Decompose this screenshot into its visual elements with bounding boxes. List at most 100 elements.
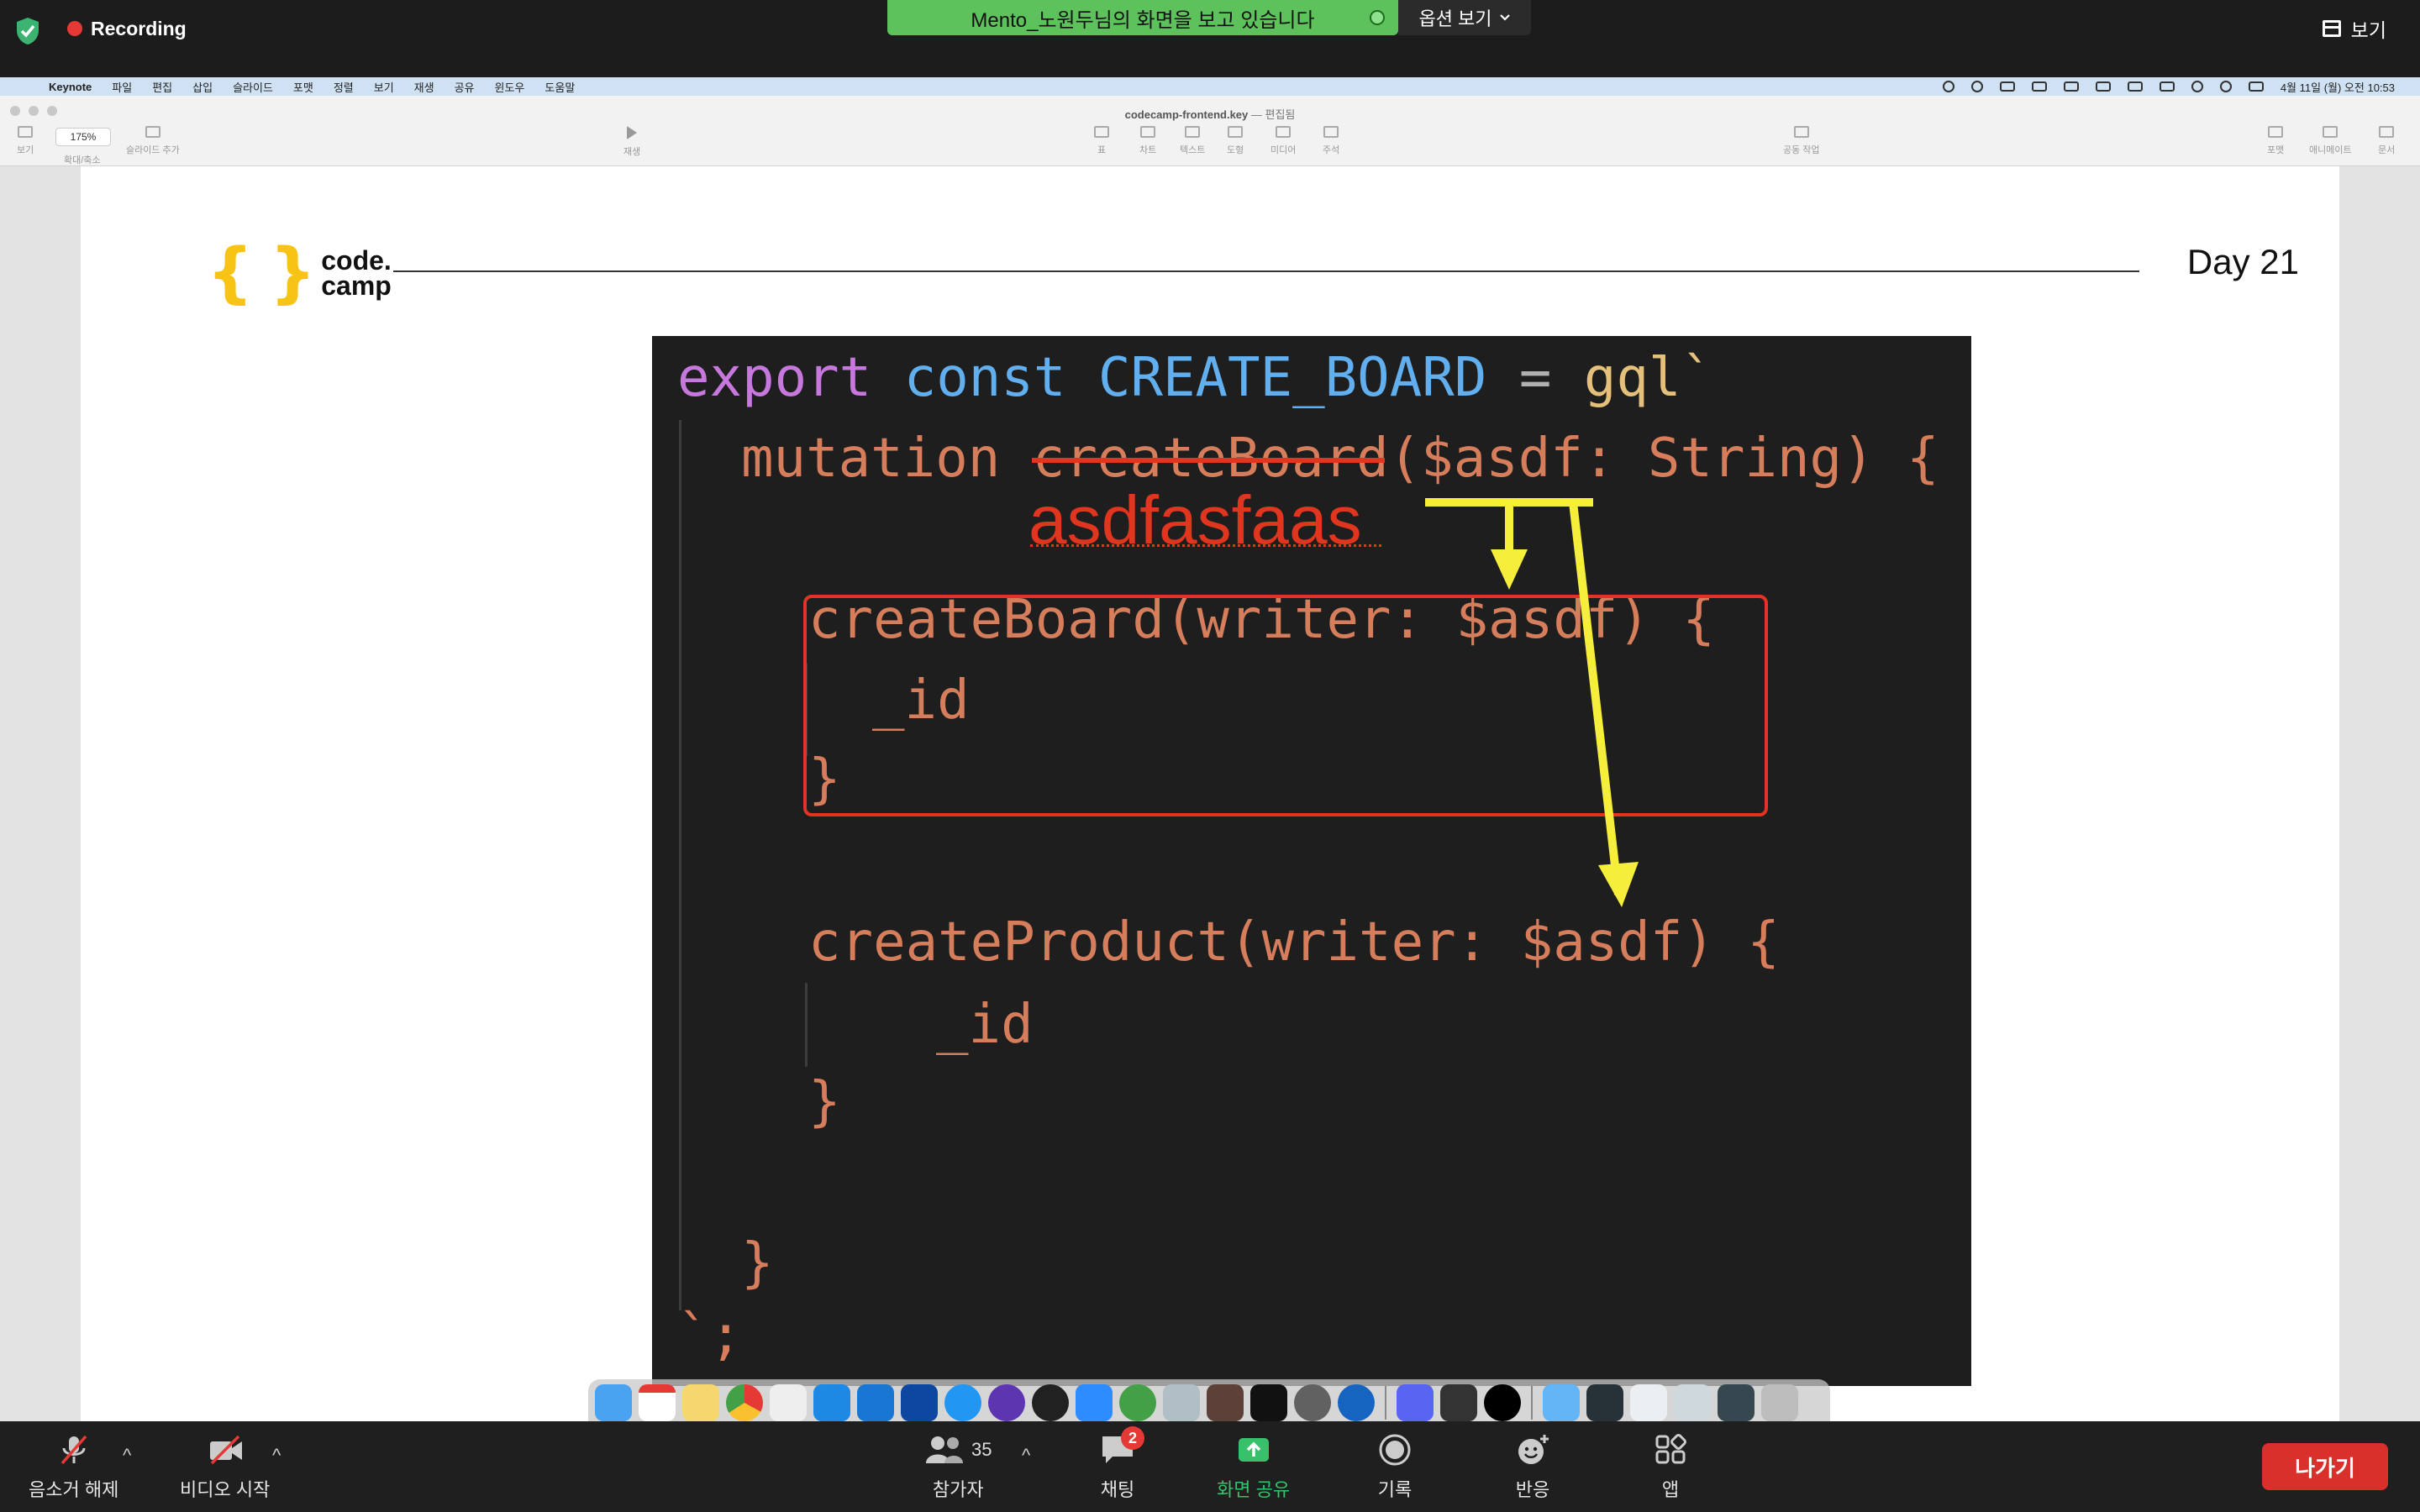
collaborate-label: 공동 작업 xyxy=(1783,145,1820,155)
logitech-icon[interactable] xyxy=(1484,1384,1521,1421)
menu-window[interactable]: 윈도우 xyxy=(495,79,525,95)
menu-edit[interactable]: 편집 xyxy=(152,79,172,95)
code-block: export const CREATE_BOARD = gql` mutatio… xyxy=(652,336,1971,1386)
chrome-icon[interactable] xyxy=(726,1384,763,1421)
add-slide-button[interactable]: 슬라이드 추가 xyxy=(126,126,180,156)
vscode-icon[interactable] xyxy=(813,1384,850,1421)
participants-button[interactable]: 35 참가자 xyxy=(924,1433,992,1502)
apps-button[interactable]: 앱 xyxy=(1652,1433,1689,1502)
mongodb-icon[interactable] xyxy=(1119,1384,1156,1421)
spotlight-search-icon[interactable] xyxy=(2219,81,2232,92)
system-preferences-icon[interactable] xyxy=(1294,1384,1331,1421)
control-center-icon[interactable] xyxy=(2248,81,2264,92)
window-thumbnail-icon[interactable] xyxy=(1674,1384,1711,1421)
sequel-icon[interactable] xyxy=(1207,1384,1244,1421)
terminal-icon[interactable] xyxy=(1250,1384,1287,1421)
arrow-head-down-icon xyxy=(1491,549,1528,590)
toolbar-view-button[interactable]: 보기 xyxy=(17,126,34,156)
menu-clock[interactable]: 4월 11일 (월) 오전 10:53 xyxy=(2281,79,2395,95)
reactions-button[interactable]: 반응 xyxy=(1514,1433,1551,1502)
calendar-icon[interactable] xyxy=(639,1384,676,1421)
play-label: 재생 xyxy=(623,147,641,157)
slack-icon[interactable] xyxy=(770,1384,807,1421)
docker-icon[interactable] xyxy=(944,1384,981,1421)
status-tray-icon[interactable] xyxy=(1942,81,1954,92)
cloud-tray-icon[interactable] xyxy=(2031,81,2047,92)
zoom-icon[interactable] xyxy=(1076,1384,1113,1421)
keynote-icon[interactable] xyxy=(857,1384,894,1421)
recording-indicator[interactable]: Recording xyxy=(67,15,187,42)
menu-share[interactable]: 공유 xyxy=(455,79,475,95)
window-thumbnail-icon[interactable] xyxy=(1630,1384,1667,1421)
format-brush-icon xyxy=(2268,126,2284,138)
audio-options-caret-icon[interactable]: ^ xyxy=(123,1445,131,1467)
chat-unread-badge: 2 xyxy=(1121,1426,1144,1450)
document-button[interactable]: 문서 xyxy=(2378,126,2395,156)
downloads-folder-icon[interactable] xyxy=(1543,1384,1580,1421)
apple-menu-icon[interactable] xyxy=(20,80,34,93)
view-button[interactable]: 보기 xyxy=(2322,13,2386,44)
menu-arrange[interactable]: 정렬 xyxy=(334,79,354,95)
menu-file[interactable]: 파일 xyxy=(112,79,132,95)
battery-icon[interactable] xyxy=(2159,81,2175,92)
insert-text-button[interactable]: 텍스트 xyxy=(1180,126,1205,156)
video-off-icon xyxy=(209,1435,242,1465)
chat-button[interactable]: 2 채팅 xyxy=(1099,1426,1144,1502)
participants-icon xyxy=(926,1436,963,1463)
discord-icon[interactable] xyxy=(1397,1384,1434,1421)
play-button[interactable]: 재생 xyxy=(623,126,640,158)
app-purple-icon[interactable] xyxy=(988,1384,1025,1421)
insert-shape-button[interactable]: 도형 xyxy=(1227,126,1244,156)
menu-play[interactable]: 재생 xyxy=(414,79,434,95)
view-options-button[interactable]: 옵션 보기 xyxy=(1398,0,1531,35)
window-tray-icon[interactable] xyxy=(1999,81,2015,92)
finder-icon[interactable] xyxy=(595,1384,632,1421)
menu-view[interactable]: 보기 xyxy=(374,79,394,95)
insert-comment-button[interactable]: 주석 xyxy=(1323,126,1339,156)
video-options-caret-icon[interactable]: ^ xyxy=(272,1445,281,1467)
grid-tray-icon[interactable] xyxy=(2095,81,2111,92)
format-label: 포맷 xyxy=(2267,145,2285,155)
record-button[interactable]: 기록 xyxy=(1376,1433,1413,1502)
menu-help[interactable]: 도움말 xyxy=(544,79,575,95)
participants-label: 참가자 xyxy=(932,1479,984,1500)
view-options-label: 옵션 보기 xyxy=(1418,8,1492,29)
record-dot-icon xyxy=(67,21,82,36)
preview-icon[interactable] xyxy=(1163,1384,1200,1421)
share-screen-button[interactable]: 화면 공유 xyxy=(1217,1433,1290,1502)
dock-separator xyxy=(1385,1386,1386,1420)
zoom-select[interactable]: 175% xyxy=(55,128,111,146)
layout-icon xyxy=(2322,20,2341,37)
zoom-bottom-bar: 음소거 해제 ^ 비디오 시작 ^ 35 참가자 ^ 2 채팅 화면 공유 기록… xyxy=(0,1421,2420,1512)
menu-slide[interactable]: 슬라이드 xyxy=(233,79,273,95)
browser-icon[interactable] xyxy=(901,1384,938,1421)
insert-chart-button[interactable]: 차트 xyxy=(1139,126,1156,156)
leave-meeting-button[interactable]: 나가기 xyxy=(2262,1443,2388,1490)
shield-check-icon[interactable] xyxy=(15,17,40,45)
start-video-button[interactable]: 비디오 시작 xyxy=(180,1433,270,1502)
insert-shape-label: 도형 xyxy=(1227,145,1244,155)
menu-app-name[interactable]: Keynote xyxy=(49,81,92,93)
status-dot-icon xyxy=(1370,10,1385,25)
input-source-icon[interactable] xyxy=(2127,81,2143,92)
collaborate-button[interactable]: 공동 작업 xyxy=(1783,126,1820,156)
window-thumbnail-icon[interactable] xyxy=(1718,1384,1754,1421)
insert-media-button[interactable]: 미디어 xyxy=(1270,126,1296,156)
insert-table-button[interactable]: 표 xyxy=(1094,126,1109,156)
obs-icon[interactable] xyxy=(1032,1384,1069,1421)
apps-icon xyxy=(1655,1434,1686,1464)
quicktime-icon[interactable] xyxy=(1338,1384,1375,1421)
menu-insert[interactable]: 삽입 xyxy=(192,79,213,95)
wifi-icon[interactable] xyxy=(2191,81,2203,92)
participants-options-caret-icon[interactable]: ^ xyxy=(1022,1445,1030,1467)
unmute-button[interactable]: 음소거 해제 xyxy=(29,1433,118,1502)
animate-button[interactable]: 애니메이트 xyxy=(2309,126,2352,156)
format-button[interactable]: 포맷 xyxy=(2267,126,2284,156)
utility-icon[interactable] xyxy=(1440,1384,1477,1421)
menu-format[interactable]: 포맷 xyxy=(293,79,313,95)
screen-tray-icon[interactable] xyxy=(2063,81,2079,92)
window-thumbnail-icon[interactable] xyxy=(1586,1384,1623,1421)
trash-icon[interactable] xyxy=(1761,1384,1798,1421)
notes-icon[interactable] xyxy=(682,1384,719,1421)
record-tray-icon[interactable] xyxy=(1970,81,1983,92)
